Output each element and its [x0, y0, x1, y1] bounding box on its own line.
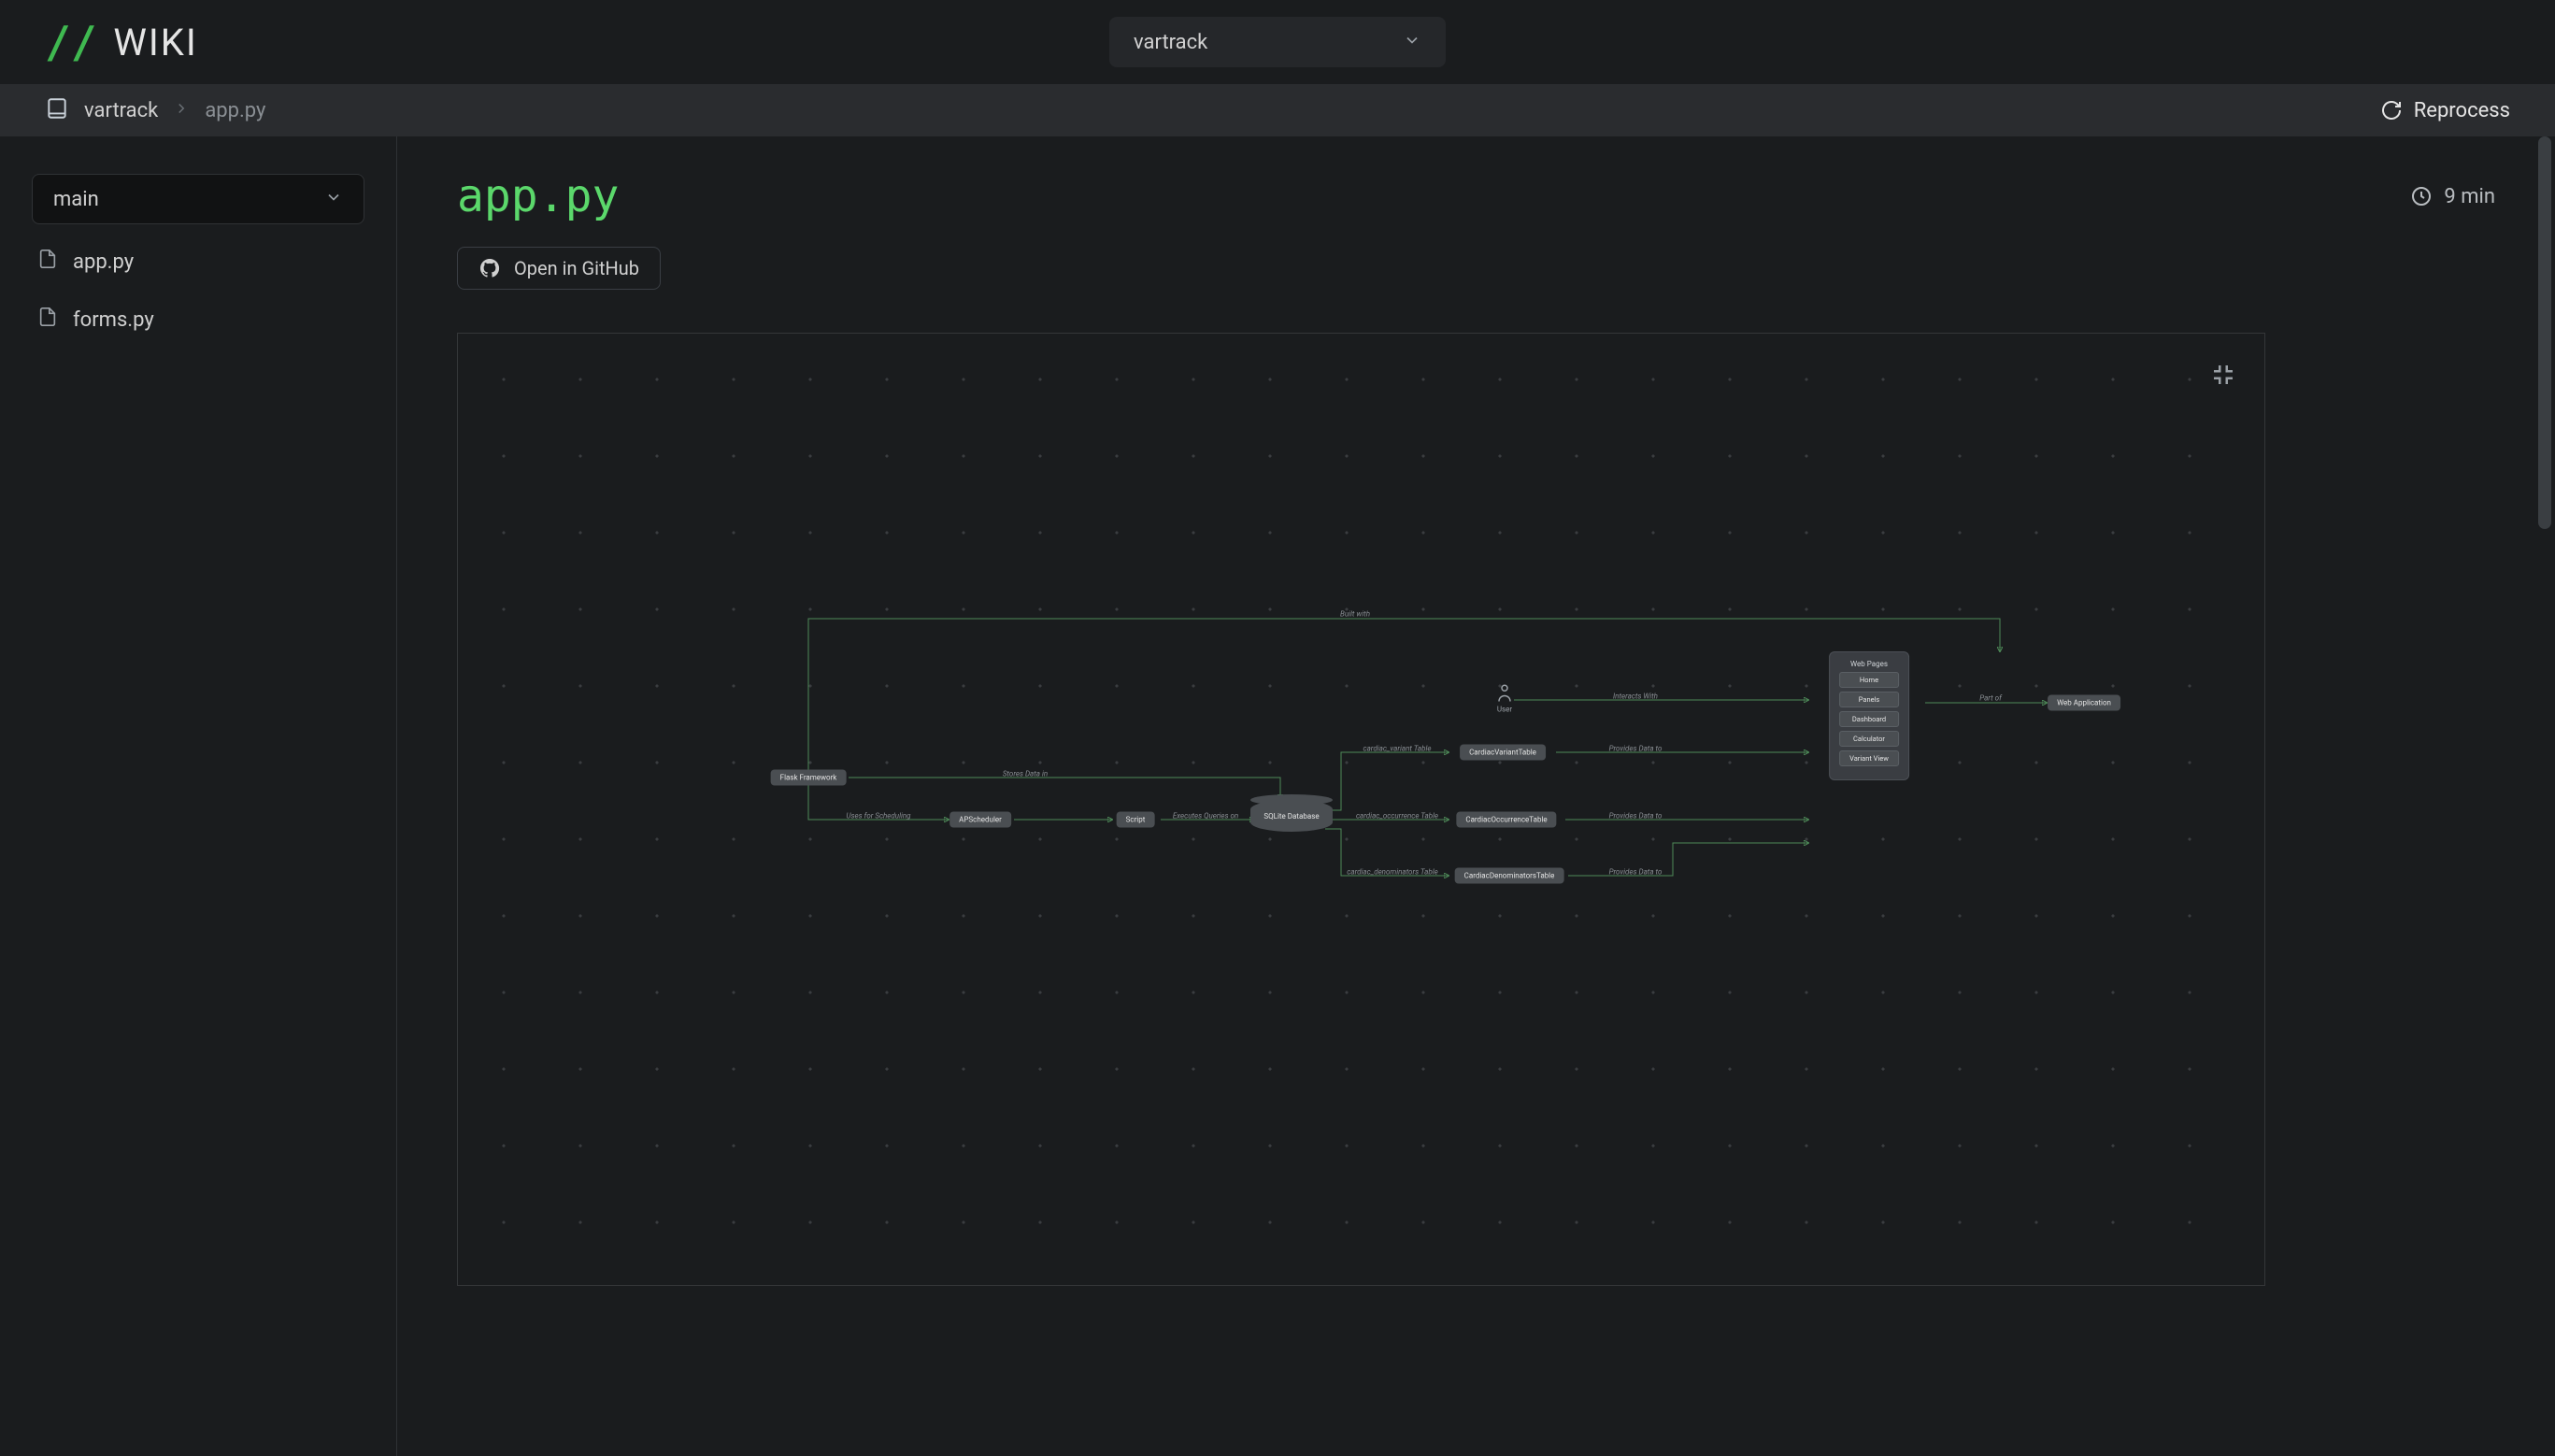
node-flask[interactable]: Flask Framework: [771, 770, 847, 786]
chevron-down-icon: [1403, 31, 1421, 53]
node-cardiac-denominators-table[interactable]: CardiacDenominatorsTable: [1455, 868, 1564, 884]
diagram-edges: [458, 334, 2264, 1285]
node-script[interactable]: Script: [1117, 812, 1155, 828]
group-item-dashboard[interactable]: Dashboard: [1839, 711, 1899, 727]
chevron-down-icon: [324, 188, 343, 210]
main-content: app.py 9 min Open in GitHub: [397, 136, 2555, 1456]
brand-name: WIKI: [113, 21, 197, 64]
node-web-application[interactable]: Web Application: [2048, 695, 2120, 711]
file-label: forms.py: [73, 308, 154, 332]
group-title: Web Pages: [1839, 660, 1899, 668]
open-github-label: Open in GitHub: [514, 257, 639, 279]
node-cardiac-occurrence-table[interactable]: CardiacOccurrenceTable: [1456, 812, 1556, 828]
edge-label-co-table: cardiac_occurrence Table: [1356, 812, 1438, 821]
sidebar: main app.py forms.py: [0, 136, 397, 1456]
edge-label-cd-table: cardiac_denominators Table: [1347, 868, 1437, 877]
group-item-home[interactable]: Home: [1839, 672, 1899, 688]
branch-selected: main: [53, 188, 99, 211]
breadcrumb-bar: vartrack app.py Reprocess: [0, 84, 2555, 136]
logo-icon: //: [45, 17, 96, 67]
file-icon: [37, 249, 58, 275]
page-title: app.py: [457, 170, 619, 222]
clock-icon: [2410, 185, 2433, 207]
github-icon: [478, 257, 501, 279]
diagram-canvas[interactable]: Flask Framework APScheduler Script SQLit…: [457, 333, 2265, 1286]
project-select[interactable]: vartrack: [1109, 17, 1446, 67]
edge-label-built-with: Built with: [1340, 610, 1370, 619]
fullscreen-toggle-button[interactable]: [2203, 354, 2244, 395]
reprocess-label: Reprocess: [2414, 99, 2510, 122]
edge-label-stores-data: Stores Data in: [1003, 770, 1048, 778]
edge-label-cv-table: cardiac_variant Table: [1363, 745, 1432, 753]
node-sqlite[interactable]: SQLite Database: [1250, 800, 1333, 832]
actor-user-label: User: [1497, 706, 1512, 714]
edge-label-uses-sched: Uses for Scheduling: [847, 812, 911, 821]
edge-label-interacts: Interacts With: [1613, 692, 1658, 701]
sidebar-file-app[interactable]: app.py: [32, 241, 364, 282]
minimize-icon: [2209, 361, 2237, 389]
edge-label-exec-queries: Executes Queries on: [1173, 812, 1238, 821]
user-icon: [1496, 683, 1513, 704]
file-icon: [37, 307, 58, 333]
read-time-value: 9 min: [2444, 185, 2495, 208]
breadcrumb-repo[interactable]: vartrack: [84, 99, 158, 122]
sidebar-file-forms[interactable]: forms.py: [32, 299, 364, 340]
group-item-panels[interactable]: Panels: [1839, 692, 1899, 707]
actor-user[interactable]: User: [1496, 683, 1513, 714]
scrollbar-thumb[interactable]: [2538, 136, 2551, 529]
group-item-variant-view[interactable]: Variant View: [1839, 750, 1899, 766]
logo[interactable]: // WIKI: [45, 17, 198, 67]
node-apscheduler[interactable]: APScheduler: [949, 812, 1011, 828]
open-in-github-button[interactable]: Open in GitHub: [457, 247, 661, 290]
node-cardiac-variant-table[interactable]: CardiacVariantTable: [1460, 745, 1546, 761]
read-time: 9 min: [2410, 185, 2495, 208]
reprocess-button[interactable]: Reprocess: [2380, 99, 2510, 122]
breadcrumb-file: app.py: [205, 99, 265, 122]
group-web-pages[interactable]: Web Pages Home Panels Dashboard Calculat…: [1829, 651, 1909, 780]
scrollbar-vertical[interactable]: [2534, 136, 2555, 1456]
edge-label-provides-data-2: Provides Data to: [1609, 812, 1663, 821]
app-header: // WIKI vartrack: [0, 0, 2555, 84]
repo-icon: [45, 96, 69, 124]
node-sqlite-label: SQLite Database: [1263, 812, 1319, 821]
chevron-right-icon: [173, 100, 190, 121]
project-selected-value: vartrack: [1134, 31, 1207, 54]
edge-label-provides-data-3: Provides Data to: [1609, 868, 1663, 877]
edge-label-provides-data-1: Provides Data to: [1609, 745, 1663, 753]
group-item-calculator[interactable]: Calculator: [1839, 731, 1899, 747]
edge-label-part-of: Part of: [1979, 694, 2002, 703]
file-label: app.py: [73, 250, 134, 274]
branch-select[interactable]: main: [32, 174, 364, 224]
